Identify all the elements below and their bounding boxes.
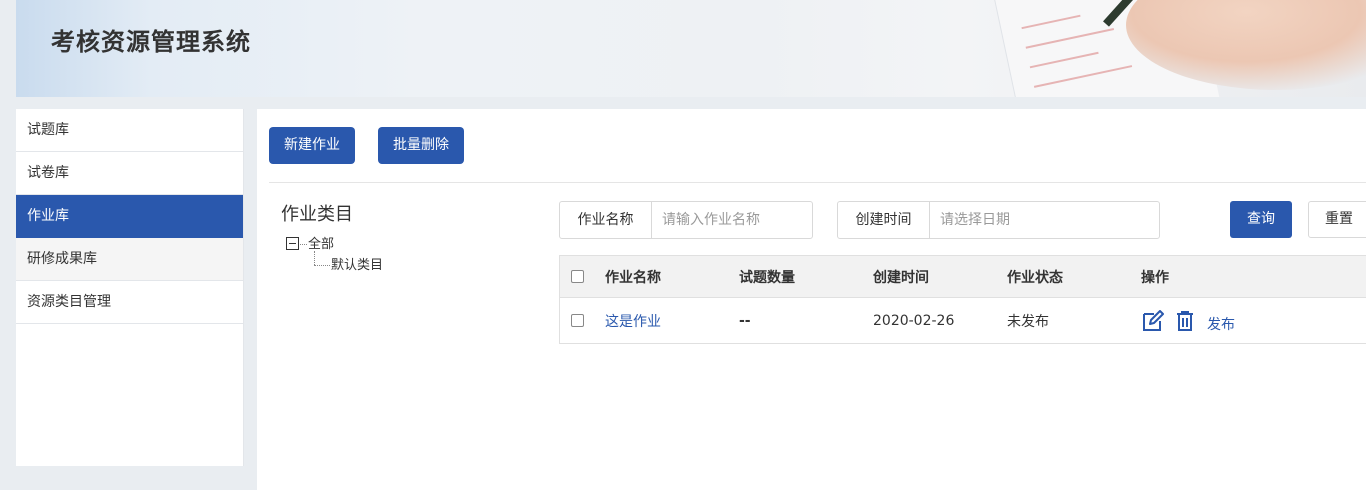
tree-node-default[interactable]: 默认类目 — [286, 251, 383, 277]
status-text: 未发布 — [1007, 313, 1049, 330]
tree-node-all[interactable]: 全部 — [286, 235, 383, 255]
created-date: 2020-02-26 — [873, 312, 955, 329]
app-title: 考核资源管理系统 — [51, 28, 251, 56]
sidebar-item-research-results[interactable]: 研修成果库 — [16, 238, 243, 281]
main-panel: 新建作业 批量删除 作业类目 全部 默认类目 作业名称 创建时间 查询 重置 作… — [257, 109, 1366, 490]
select-all-checkbox[interactable] — [571, 270, 584, 283]
table-header: 作业名称 试题数量 创建时间 作业状态 操作 — [560, 256, 1366, 298]
tree-connector-vertical — [314, 251, 315, 265]
header-count: 试题数量 — [739, 269, 795, 286]
header-status: 作业状态 — [1007, 269, 1063, 286]
question-count: -- — [739, 312, 751, 329]
edit-icon[interactable] — [1141, 309, 1165, 332]
homework-name-input[interactable] — [652, 202, 810, 238]
created-date-input[interactable] — [930, 202, 1158, 238]
tree-node-all-label[interactable]: 全部 — [308, 237, 334, 252]
table-row: 这是作业 -- 2020-02-26 未发布 发布 — [560, 298, 1366, 343]
homework-table: 作业名称 试题数量 创建时间 作业状态 操作 这是作业 -- 2020-02-2… — [559, 255, 1366, 344]
new-homework-button[interactable]: 新建作业 — [269, 127, 355, 164]
publish-link[interactable]: 发布 — [1207, 314, 1235, 334]
sidebar-item-homework-bank[interactable]: 作业库 — [16, 195, 243, 238]
batch-delete-button[interactable]: 批量删除 — [378, 127, 464, 164]
tree-connector — [300, 244, 307, 245]
sidebar-item-paper-bank[interactable]: 试卷库 — [16, 152, 243, 195]
header-name: 作业名称 — [605, 269, 661, 286]
sidebar-item-category-management[interactable]: 资源类目管理 — [16, 281, 243, 324]
sidebar: 试题库 试卷库 作业库 研修成果库 资源类目管理 — [16, 109, 244, 466]
reset-button[interactable]: 重置 — [1308, 201, 1366, 238]
header-actions: 操作 — [1141, 269, 1169, 286]
header-banner: 考核资源管理系统 — [16, 0, 1366, 97]
minus-square-icon[interactable] — [286, 237, 299, 250]
query-button[interactable]: 查询 — [1230, 201, 1292, 238]
created-date-filter: 创建时间 — [837, 201, 1160, 239]
toolbar-divider — [269, 182, 1366, 183]
row-actions: 发布 — [1141, 298, 1235, 343]
homework-name-link[interactable]: 这是作业 — [605, 298, 661, 343]
created-date-label: 创建时间 — [838, 202, 930, 238]
homework-name-label: 作业名称 — [560, 202, 652, 238]
header-created: 创建时间 — [873, 269, 929, 286]
sidebar-item-question-bank[interactable]: 试题库 — [16, 109, 243, 152]
tree-node-default-label[interactable]: 默认类目 — [331, 258, 383, 273]
tree-connector-horizontal — [314, 265, 330, 266]
homework-name-filter: 作业名称 — [559, 201, 813, 239]
category-tree: 全部 默认类目 — [286, 235, 383, 277]
category-title: 作业类目 — [281, 204, 353, 225]
row-checkbox[interactable] — [571, 314, 584, 327]
trash-icon[interactable] — [1175, 310, 1195, 332]
